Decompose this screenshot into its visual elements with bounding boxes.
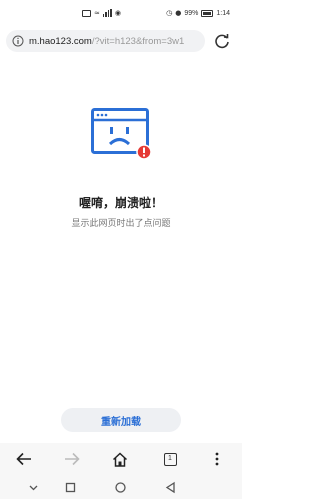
forward-button[interactable] [63, 450, 81, 468]
collapse-nav-icon[interactable] [27, 481, 40, 494]
error-message: 显示此网页时出了点问题 [71, 219, 171, 229]
network-icon: ◉ [114, 9, 121, 17]
address-bar[interactable]: m.hao123.com/?vit=h123&from=3w1 [6, 30, 205, 52]
tab-count: 1 [163, 452, 177, 466]
headphone-icon: ● [175, 9, 182, 17]
forward-arrow-icon [65, 452, 80, 466]
home-button[interactable] [111, 450, 129, 468]
reload-button[interactable]: 重新加载 [61, 408, 181, 432]
signal-icon [102, 9, 112, 17]
home-circle-icon[interactable] [114, 481, 127, 494]
menu-button[interactable] [208, 450, 226, 468]
browser-toolbar: 1 [0, 443, 242, 476]
url-path: /?vit=h123&from=3w1 [91, 35, 185, 47]
home-icon [112, 451, 128, 467]
status-right: ◷ ● 99% 1:14 [166, 8, 230, 18]
refresh-icon[interactable] [213, 32, 231, 50]
battery-icon [201, 9, 214, 17]
back-arrow-icon [16, 452, 31, 466]
clock: 1:14 [216, 9, 230, 17]
recents-icon[interactable] [64, 481, 77, 494]
wifi-icon: ≈ [94, 9, 100, 17]
tabs-button[interactable]: 1 [161, 450, 179, 468]
back-button[interactable] [15, 450, 33, 468]
error-title: 喔唷，崩溃啦！ [78, 196, 163, 210]
alarm-icon: ◷ [166, 9, 173, 17]
status-bar: ≈ ◉ ◷ ● 99% 1:14 [0, 0, 242, 26]
url-text[interactable]: m.hao123.com/?vit=h123&from=3w1 [29, 36, 184, 47]
system-nav-bar [0, 476, 242, 499]
more-vertical-icon [215, 452, 219, 466]
info-icon[interactable] [12, 35, 24, 47]
status-left: ≈ ◉ [82, 8, 121, 18]
hd-icon [82, 9, 91, 17]
url-host: m.hao123.com [29, 35, 92, 47]
back-triangle-icon[interactable] [164, 481, 177, 494]
battery-percent: 99% [184, 9, 199, 17]
sad-page-icon [91, 108, 152, 160]
